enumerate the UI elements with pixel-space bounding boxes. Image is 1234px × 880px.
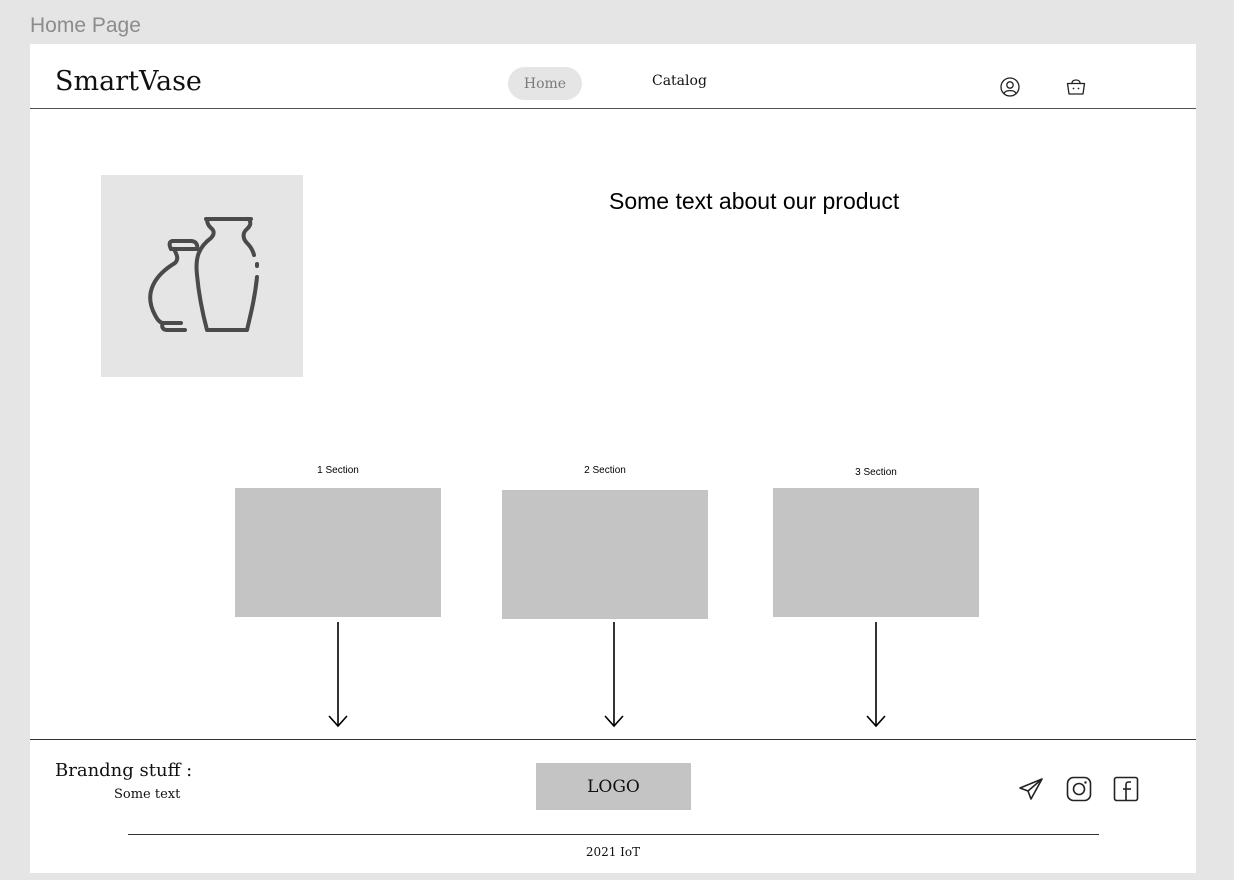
section-label-2: 2 Section xyxy=(584,465,626,476)
artboard: SmartVase Home Catalog Some text about o… xyxy=(30,44,1196,873)
basket-icon[interactable] xyxy=(1065,75,1087,97)
branding-text: Some text xyxy=(114,787,181,802)
footer-divider-top xyxy=(30,739,1196,740)
copyright-text: 2021 IoT xyxy=(585,845,641,859)
facebook-icon[interactable] xyxy=(1112,775,1140,803)
arrow-down-icon xyxy=(604,622,624,728)
section-box-3[interactable] xyxy=(773,488,979,617)
arrow-down-icon xyxy=(328,622,348,728)
arrow-down-icon xyxy=(866,622,886,728)
brand-name[interactable]: SmartVase xyxy=(55,66,202,97)
section-label-1: 1 Section xyxy=(317,465,359,476)
vases-icon xyxy=(148,217,259,332)
user-icon[interactable] xyxy=(999,76,1021,98)
frame-title: Home Page xyxy=(30,14,141,37)
footer-divider-bottom xyxy=(128,834,1099,835)
section-box-2[interactable] xyxy=(502,490,708,619)
hero-text: Some text about our product xyxy=(609,188,900,214)
footer-logo[interactable]: LOGO xyxy=(536,763,691,810)
hero-image xyxy=(101,175,303,377)
header-divider xyxy=(30,108,1196,109)
section-label-3: 3 Section xyxy=(855,467,897,478)
instagram-icon[interactable] xyxy=(1065,775,1093,803)
nav-catalog[interactable]: Catalog xyxy=(652,73,707,89)
branding-title: Brandng stuff : xyxy=(55,760,193,781)
section-box-1[interactable] xyxy=(235,488,441,617)
nav-home[interactable]: Home xyxy=(508,67,582,100)
telegram-icon[interactable] xyxy=(1017,775,1045,803)
